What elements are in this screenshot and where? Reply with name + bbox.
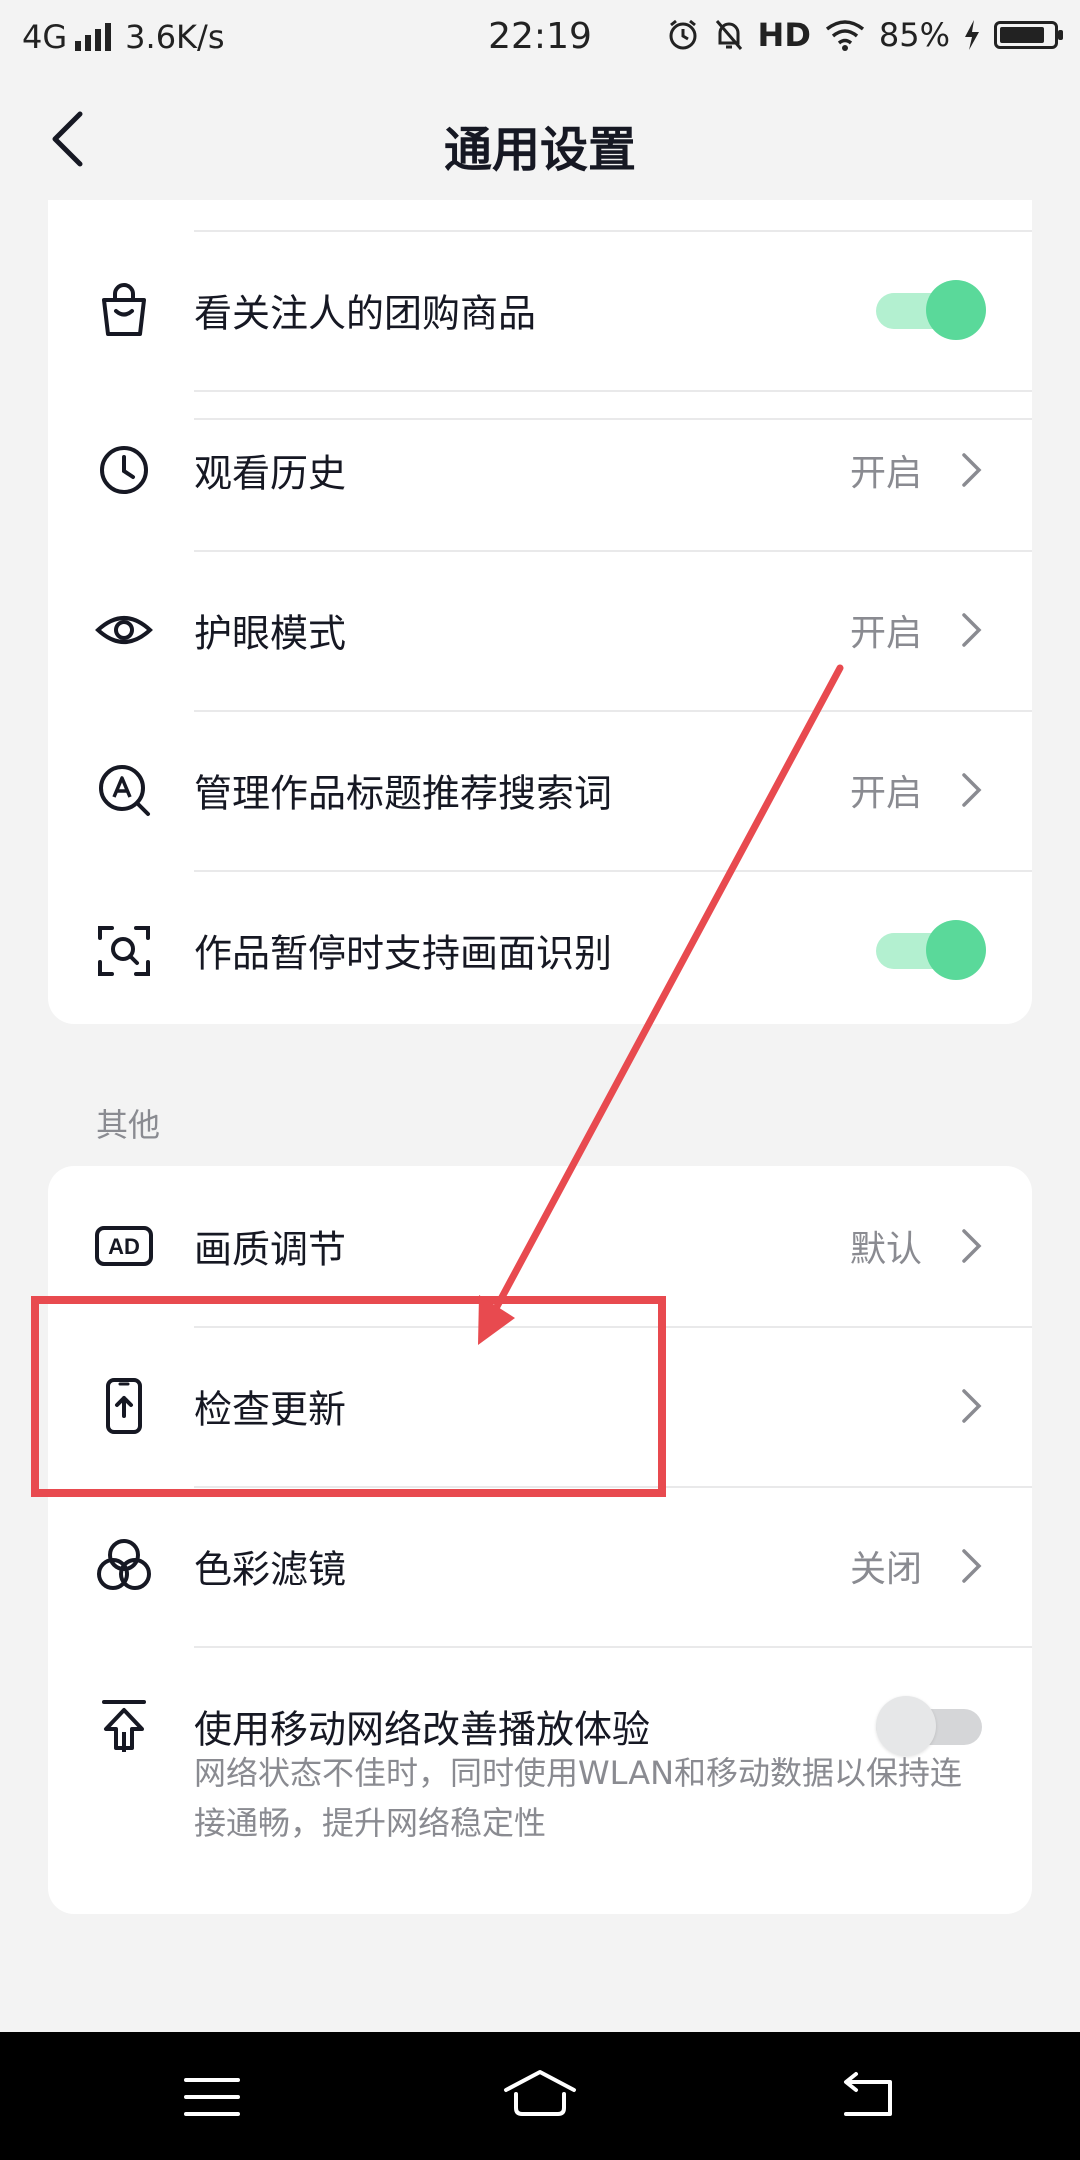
system-nav-bar bbox=[0, 2032, 1080, 2160]
setting-label: 检查更新 bbox=[194, 1387, 347, 1432]
setting-row-mobile-network[interactable]: 使用移动网络改善播放体验 网络状态不佳时，同时使用WLAN和移动数据以保持连接通… bbox=[48, 1646, 1032, 1914]
app-header: 通用设置 bbox=[0, 72, 1080, 210]
pause-recognition-toggle[interactable] bbox=[876, 920, 986, 980]
chevron-right-icon bbox=[962, 1229, 982, 1263]
chevron-right-icon bbox=[962, 453, 982, 487]
color-filter-icon bbox=[97, 1539, 151, 1590]
setting-row-watch-history[interactable]: 观看历史 开启 bbox=[48, 390, 1032, 550]
shopping-bag-icon bbox=[102, 283, 146, 336]
charging-icon bbox=[965, 20, 979, 50]
upload-arrow-icon bbox=[102, 1700, 146, 1752]
setting-row-eye-care[interactable]: 护眼模式 开启 bbox=[48, 550, 1032, 710]
settings-card-general: 看关注人的团购商品 观看历史 开启 护眼模式 开启 管理作品标题推荐搜索词 开启 bbox=[48, 200, 1032, 1024]
settings-card-other: AD 画质调节 默认 检查更新 色彩滤镜 关闭 使用移动网络改善播放体验 网络状… bbox=[48, 1166, 1032, 1914]
battery-percent: 85% bbox=[878, 16, 950, 54]
menu-icon[interactable] bbox=[172, 2062, 252, 2132]
setting-label: 画质调节 bbox=[194, 1227, 347, 1272]
setting-value: 开启 bbox=[849, 773, 922, 814]
ad-quality-icon: AD bbox=[95, 1226, 153, 1266]
setting-row-group-buy-goods[interactable]: 看关注人的团购商品 bbox=[48, 230, 1032, 390]
setting-label: 使用移动网络改善播放体验 bbox=[194, 1707, 651, 1752]
section-title-other: 其他 bbox=[96, 1106, 161, 1144]
setting-row-color-filter[interactable]: 色彩滤镜 关闭 bbox=[48, 1486, 1032, 1646]
setting-row-check-update[interactable]: 检查更新 bbox=[48, 1326, 1032, 1486]
battery-icon bbox=[994, 21, 1063, 49]
chevron-right-icon bbox=[962, 613, 982, 647]
setting-label: 管理作品标题推荐搜索词 bbox=[194, 771, 613, 816]
alarm-icon bbox=[669, 19, 697, 50]
setting-row-pause-recognition[interactable]: 作品暂停时支持画面识别 bbox=[48, 870, 1032, 1024]
setting-value: 开启 bbox=[849, 613, 922, 654]
phone-update-icon bbox=[106, 1378, 142, 1434]
search-a-icon bbox=[99, 765, 150, 816]
wifi-icon bbox=[825, 20, 864, 51]
chevron-right-icon bbox=[962, 1549, 982, 1583]
setting-value: 开启 bbox=[849, 453, 922, 494]
mute-bell-icon bbox=[715, 20, 742, 50]
chevron-right-icon bbox=[962, 773, 982, 807]
hd-indicator: HD bbox=[757, 16, 811, 54]
setting-value: 默认 bbox=[849, 1229, 922, 1270]
setting-row-search-terms[interactable]: 管理作品标题推荐搜索词 开启 bbox=[48, 710, 1032, 870]
scan-search-icon bbox=[98, 926, 150, 976]
back-nav-icon[interactable] bbox=[828, 2062, 908, 2132]
svg-text:AD: AD bbox=[108, 1234, 140, 1259]
group-buy-toggle[interactable] bbox=[876, 280, 986, 340]
setting-label: 观看历史 bbox=[194, 451, 347, 496]
setting-label: 作品暂停时支持画面识别 bbox=[194, 931, 613, 976]
battery-fill bbox=[1000, 27, 1044, 43]
chevron-right-icon bbox=[962, 1389, 982, 1423]
eye-icon bbox=[95, 616, 153, 644]
setting-value: 关闭 bbox=[849, 1549, 922, 1590]
setting-label: 护眼模式 bbox=[194, 611, 347, 656]
setting-row-video-quality[interactable]: AD 画质调节 默认 bbox=[48, 1166, 1032, 1326]
status-bar: 4G 3.6K/s 22:19 HD 85% bbox=[0, 0, 1080, 72]
mobile-network-toggle[interactable] bbox=[876, 1696, 986, 1756]
setting-description: 网络状态不佳时，同时使用WLAN和移动数据以保持连接通畅，提升网络稳定性 bbox=[194, 1754, 963, 1842]
home-icon[interactable] bbox=[500, 2062, 580, 2132]
setting-label: 看关注人的团购商品 bbox=[194, 291, 537, 336]
setting-label: 色彩滤镜 bbox=[194, 1547, 347, 1592]
clock-icon bbox=[100, 446, 148, 494]
page-title: 通用设置 bbox=[443, 122, 636, 178]
